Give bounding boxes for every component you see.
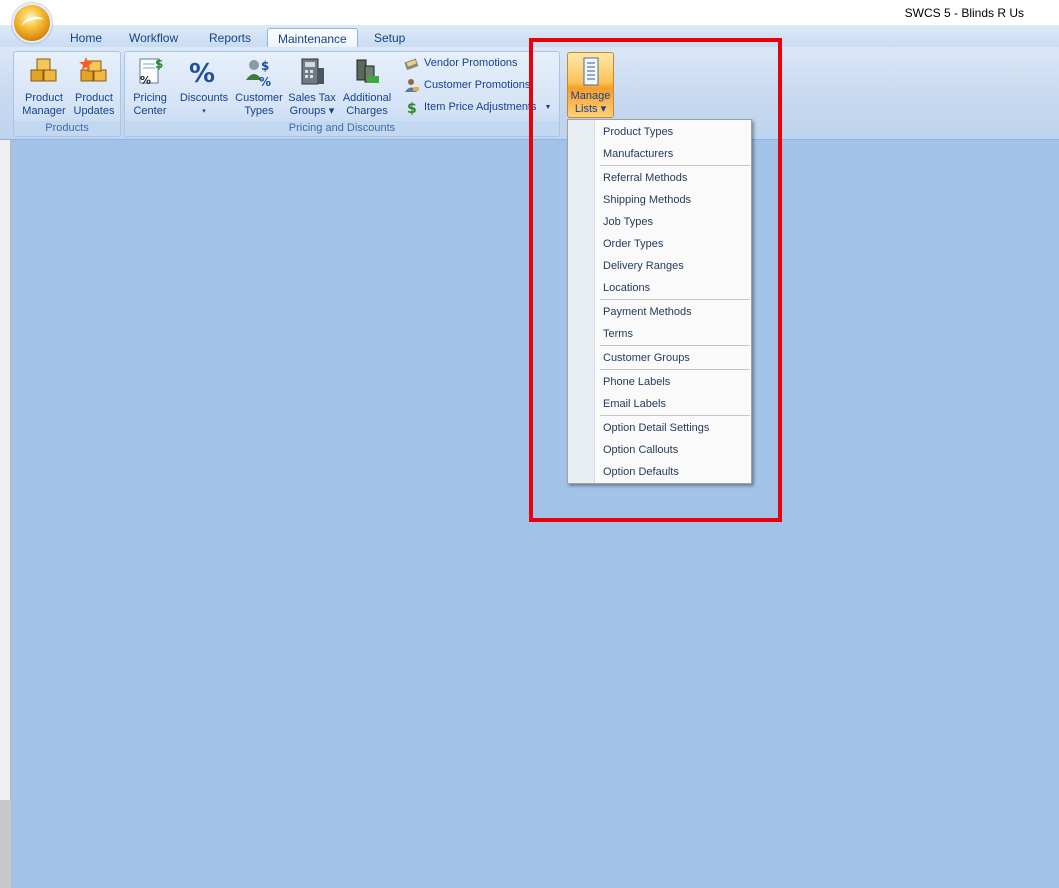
svg-text:%: % — [140, 74, 151, 87]
discounts-button[interactable]: % Discounts ▾ — [177, 54, 231, 120]
customer-types-button[interactable]: $ % Customer Types — [233, 54, 285, 120]
tab-setup[interactable]: Setup — [364, 28, 415, 48]
boxes-star-icon — [79, 57, 107, 82]
svg-text:%: % — [259, 75, 271, 88]
title-bar: SWCS 5 - Blinds R Us — [0, 0, 1059, 25]
vendor-promotions-button[interactable]: Vendor Promotions — [404, 53, 518, 73]
price-sheet-icon: % $ — [139, 57, 163, 87]
left-pane-scroll-area — [0, 800, 11, 888]
left-pane-edge — [0, 140, 11, 888]
svg-text:$: $ — [407, 101, 417, 115]
group-products-label: Products — [14, 121, 120, 135]
tab-workflow[interactable]: Workflow — [119, 28, 188, 48]
svg-text:$: $ — [155, 57, 163, 71]
group-pricing-discounts-label: Pricing and Discounts — [125, 121, 559, 135]
customer-promotions-button[interactable]: Customer Promotions — [404, 75, 530, 95]
group-products: Product Manager Product Updates Products — [13, 51, 121, 137]
product-updates-button[interactable]: Product Updates — [70, 54, 118, 120]
money-stack-icon — [356, 59, 379, 83]
application-orb-button[interactable] — [12, 3, 52, 43]
window-title: SWCS 5 - Blinds R Us — [904, 6, 1024, 20]
sales-tax-groups-button[interactable]: Sales Tax Groups ▾ — [287, 54, 337, 120]
tab-home[interactable]: Home — [60, 28, 112, 48]
calculator-icon — [301, 58, 324, 85]
vendor-promo-icon — [404, 58, 419, 71]
dollar-icon: $ — [407, 101, 417, 115]
customer-promo-icon — [405, 79, 419, 92]
highlight-box — [529, 38, 782, 522]
customer-dollar-icon: $ % — [246, 59, 271, 88]
product-manager-button[interactable]: Product Manager — [20, 54, 68, 120]
pricing-center-button[interactable]: % $ Pricing Center — [127, 54, 173, 120]
additional-charges-button[interactable]: Additional Charges — [339, 54, 395, 120]
tab-reports[interactable]: Reports — [199, 28, 261, 48]
svg-text:%: % — [189, 59, 215, 88]
percent-icon: % — [189, 59, 215, 88]
svg-text:$: $ — [261, 59, 269, 73]
boxes-icon — [30, 58, 57, 82]
